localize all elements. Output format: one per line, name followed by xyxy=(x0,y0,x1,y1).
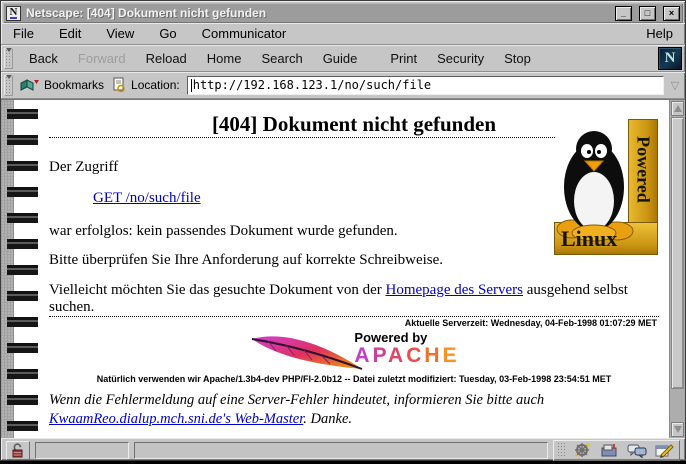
divider-top xyxy=(49,137,555,138)
back-button[interactable]: Back xyxy=(19,47,68,70)
apache-letter: C xyxy=(406,344,424,367)
apache-logo-text: Powered by APACHE xyxy=(354,330,459,368)
composer-icon[interactable] xyxy=(652,442,676,459)
footer-suffix: . Danke. xyxy=(303,411,352,427)
stop-button: Stop xyxy=(494,47,541,70)
suggestion-text: Vielleicht möchten Sie das gesuchte Doku… xyxy=(49,282,659,316)
apache-feather-icon xyxy=(248,329,368,373)
security-lock-button[interactable] xyxy=(6,441,30,460)
up-arrow-icon xyxy=(674,105,682,112)
window-title: Netscape: [404] Dokument nicht gefunden xyxy=(26,6,608,20)
maximize-button[interactable]: □ xyxy=(639,6,656,21)
locationbar-collapse-handle[interactable] xyxy=(4,75,13,96)
component-bar-handle[interactable] xyxy=(557,442,566,458)
text-caret xyxy=(191,79,192,92)
request-link[interactable]: GET /no/such/file xyxy=(93,190,201,206)
title-bar: N Netscape: [404] Dokument nicht gefunde… xyxy=(3,3,683,23)
reload-button[interactable]: Reload xyxy=(136,47,197,70)
mailbox-icon[interactable] xyxy=(598,442,622,459)
page-viewport: [404] Dokument nicht gefunden Powered xyxy=(1,99,685,438)
apache-letter: A xyxy=(354,344,372,367)
discussions-icon[interactable] xyxy=(625,442,649,459)
progress-panel xyxy=(35,442,129,459)
linux-powered-logo: Powered Linux xyxy=(554,119,658,255)
apache-letter: E xyxy=(443,344,460,367)
navigation-toolbar: Back Forward Reload Home Search Guide Pr… xyxy=(1,45,685,72)
apache-letter: P xyxy=(373,344,388,367)
menu-communicator[interactable]: Communicator xyxy=(202,26,287,41)
toolbar-collapse-handle[interactable] xyxy=(4,48,13,69)
menu-help[interactable]: Help xyxy=(646,26,673,41)
location-bar: Bookmarks Location: http://192.168.123.1… xyxy=(1,72,685,99)
close-button[interactable]: × xyxy=(663,6,680,21)
document-body: [404] Dokument nicht gefunden Powered xyxy=(1,112,685,438)
url-text: http://192.168.123.1/no/such/file xyxy=(193,78,431,92)
homepage-link[interactable]: Homepage des Servers xyxy=(386,282,523,298)
browser-window: N Netscape: [404] Dokument nicht gefunde… xyxy=(0,0,686,461)
server-info: Natürlich verwenden wir Apache/1.3b4-dev… xyxy=(49,374,659,384)
scroll-up-button[interactable] xyxy=(671,101,684,116)
home-button[interactable]: Home xyxy=(197,47,252,70)
spiral-binding-rings xyxy=(7,109,38,438)
guide-button[interactable]: Guide xyxy=(313,47,368,70)
location-page-icon[interactable] xyxy=(111,77,127,93)
server-time: Aktuelle Serverzeit: Wednesday, 04-Feb-1… xyxy=(49,318,657,328)
scroll-down-button[interactable] xyxy=(671,422,684,437)
location-label: Location: xyxy=(131,78,180,92)
apache-word: APACHE xyxy=(354,344,459,368)
search-button[interactable]: Search xyxy=(251,47,312,70)
linux-badge-linux-text: Linux xyxy=(561,226,617,252)
component-bar xyxy=(553,440,680,461)
security-button[interactable]: Security xyxy=(427,47,494,70)
webmaster-link[interactable]: KwaamReo.dialup.mch.sni.de's Web-Master xyxy=(49,411,303,427)
bookmarks-icon[interactable] xyxy=(19,78,40,93)
netscape-logo[interactable]: N xyxy=(658,47,682,70)
footer-prefix: Wenn die Fehlermeldung auf eine Server-F… xyxy=(49,392,544,408)
location-dropdown-arrow[interactable]: ▽ xyxy=(668,76,682,95)
suggestion-prefix: Vielleicht möchten Sie das gesuchte Doku… xyxy=(49,282,386,298)
down-arrow-icon xyxy=(674,426,682,433)
forward-button: Forward xyxy=(68,47,136,70)
minimize-button[interactable]: _ xyxy=(615,6,632,21)
scrollbar-thumb[interactable] xyxy=(671,117,684,389)
linux-badge-powered-text: Powered xyxy=(633,130,654,210)
print-button[interactable]: Print xyxy=(380,47,427,70)
apache-letter: A xyxy=(388,344,406,367)
apache-letter: H xyxy=(424,344,442,367)
bookmarks-label[interactable]: Bookmarks xyxy=(44,78,104,92)
menu-edit[interactable]: Edit xyxy=(59,26,81,41)
menu-go[interactable]: Go xyxy=(159,26,176,41)
status-bar xyxy=(1,438,685,462)
powered-by-text: Powered by xyxy=(354,330,459,345)
open-padlock-icon xyxy=(10,442,26,459)
webmaster-note: Wenn die Fehlermeldung auf eine Server-F… xyxy=(49,391,634,429)
navigator-icon[interactable] xyxy=(571,442,595,459)
apache-logo: Powered by APACHE xyxy=(49,329,659,373)
url-input[interactable]: http://192.168.123.1/no/such/file xyxy=(187,76,664,95)
menu-file[interactable]: File xyxy=(13,26,34,41)
vertical-scrollbar[interactable] xyxy=(669,100,685,438)
menu-bar: File Edit View Go Communicator Help xyxy=(1,23,685,45)
menu-view[interactable]: View xyxy=(106,26,134,41)
netscape-window-icon: N xyxy=(6,6,21,21)
status-message-panel xyxy=(134,442,548,459)
divider-bottom xyxy=(49,316,659,317)
